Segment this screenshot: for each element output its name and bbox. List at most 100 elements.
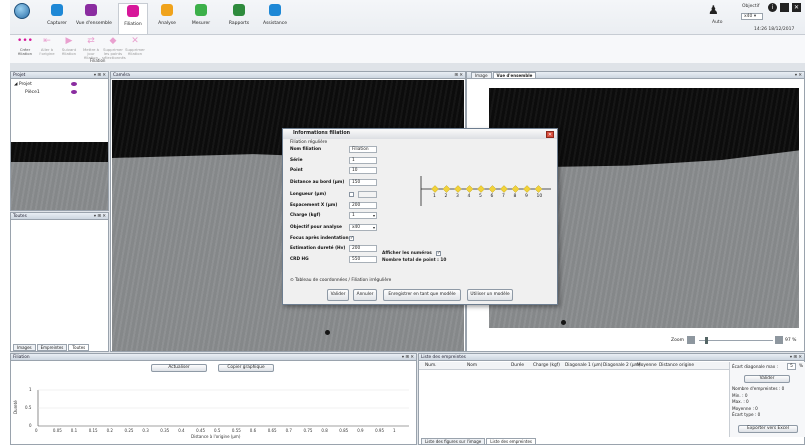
export-excel-button[interactable]: Exporter vers Excel <box>738 425 798 433</box>
tab-image[interactable]: Image <box>471 72 492 79</box>
field-estimation-duret-hv-[interactable]: 200 <box>349 245 377 252</box>
tab-mesurer[interactable]: Mesurer <box>186 3 216 35</box>
ribbon-button-3[interactable]: ▶ Suivant filiation <box>58 37 80 56</box>
focus-after-indentation-checkbox[interactable]: ✓ <box>349 236 354 241</box>
tab-toutes[interactable]: Toutes <box>68 344 90 351</box>
filiation-panel-title: Filiation <box>11 354 416 361</box>
zoom-out-button[interactable] <box>687 336 695 344</box>
ribbon-button-icon: ⇤ <box>43 36 51 46</box>
zoom-slider[interactable] <box>699 340 773 341</box>
application-window: Capturer Vue d'ensemble Filiation Analyse Me… <box>10 0 805 445</box>
zoom-in-button[interactable] <box>775 336 783 344</box>
indentation-point[interactable] <box>511 185 520 193</box>
ribbon-button-1[interactable]: ••• Créer filiation <box>14 37 36 56</box>
eye-icon[interactable] <box>71 90 77 94</box>
dialog-title: Informations filiation <box>283 129 557 139</box>
save-as-template-button[interactable]: Enregistrer en tant que modèle <box>383 289 461 301</box>
indentation-point[interactable] <box>454 185 462 193</box>
filiation-info-dialog: Informations filiation ✕ Filiation régul… <box>282 128 558 305</box>
y-tick: 0.5 <box>25 405 32 410</box>
field-s-rie[interactable]: 1 <box>349 157 377 164</box>
tab-overview[interactable]: Vue d'ensemble <box>492 72 537 79</box>
tab-capturer[interactable]: Capturer <box>42 3 72 35</box>
column-header[interactable]: Nom <box>467 363 477 368</box>
indentation-point[interactable] <box>465 185 474 193</box>
panel-controls[interactable]: ⊞ ✕ <box>454 72 463 79</box>
panel-controls[interactable]: ▾ ⊞ ✕ <box>790 354 802 361</box>
column-header[interactable]: Diagonale 1 (µm) <box>565 363 602 368</box>
use-template-button[interactable]: Utiliser un modèle <box>467 289 513 301</box>
validate-deviation-button[interactable]: Valider <box>744 375 790 383</box>
panel-controls[interactable]: ▾ ✕ <box>795 72 802 79</box>
coordinates-expander[interactable]: ⊙ Tableau de coordonnées / Filiation irr… <box>290 278 391 283</box>
ribbon-button-5[interactable]: ◆ Supprimer les points sélectionnés <box>102 37 126 60</box>
tab-images[interactable]: Images <box>13 344 36 351</box>
indentation-point[interactable] <box>442 185 451 193</box>
ribbon-button-icon: ⇄ <box>87 36 95 46</box>
tab-figures-list[interactable]: Liste des figures sur l'image <box>421 438 486 445</box>
column-header[interactable]: Charge (kgf) <box>533 363 560 368</box>
column-header[interactable]: Durée <box>511 363 524 368</box>
length-input[interactable] <box>358 191 377 198</box>
column-header[interactable]: Diagonale 2 (µm) <box>603 363 640 368</box>
auto-icon[interactable]: ♟ <box>708 4 719 16</box>
zoom-label: Zoom <box>671 338 684 343</box>
panel-controls[interactable]: ▾ ⊞ ✕ <box>94 213 106 220</box>
column-header[interactable]: Moyenne <box>637 363 657 368</box>
tab-vue-d-ensemble[interactable]: Vue d'ensemble <box>76 3 112 35</box>
zoom-slider-thumb[interactable] <box>705 337 708 344</box>
show-numbers-checkbox[interactable]: ✓ <box>436 251 441 256</box>
info-icon[interactable]: i <box>768 3 777 12</box>
point-number: 6 <box>490 194 494 199</box>
field-objectif-pour-analyse[interactable]: x40 <box>349 224 377 231</box>
indentation-point[interactable] <box>500 185 508 193</box>
panel-controls[interactable]: ▾ ⊞ ✕ <box>402 354 414 361</box>
indentation-point[interactable] <box>488 185 497 193</box>
cancel-button[interactable]: Annuler <box>353 289 377 301</box>
max-deviation-input[interactable]: 5 <box>787 363 796 370</box>
indentation-point[interactable] <box>523 185 531 193</box>
field-crd-hg[interactable]: 550 <box>349 256 377 263</box>
field-distance-au-bord-m-[interactable]: 150 <box>349 179 377 186</box>
field-espacement-x-m-[interactable]: 200 <box>349 202 377 209</box>
field-label: Espacement X (µm) <box>290 203 338 208</box>
indentation-point[interactable] <box>431 185 439 193</box>
validate-button[interactable]: Valider <box>327 289 349 301</box>
indentation-point[interactable] <box>477 185 485 193</box>
column-header[interactable]: Num. <box>425 363 437 368</box>
ribbon-button-label: filiation <box>61 51 77 56</box>
ribbon-button-2[interactable]: ⇤ Aller à l'origine <box>36 37 58 56</box>
length-checkbox[interactable] <box>349 192 354 197</box>
x-tick: 0.1 <box>70 428 78 433</box>
point-number: 9 <box>525 194 528 199</box>
tree-item-piece1[interactable]: Pièce1 <box>25 90 40 95</box>
tab-empreintes[interactable]: Empreintes <box>36 344 68 351</box>
dialog-close-button[interactable]: ✕ <box>546 131 554 138</box>
tab-rapports[interactable]: Rapports <box>224 3 254 35</box>
point-number: 4 <box>467 194 471 199</box>
field-point[interactable]: 10 <box>349 167 377 174</box>
field-nom-filiation[interactable]: Filiation <box>349 146 377 153</box>
objective-select[interactable]: x40 ▾ <box>741 13 763 20</box>
app-menu-button[interactable] <box>14 3 30 19</box>
copy-chart-button[interactable]: Copier graphique <box>218 364 274 372</box>
tab-filiation[interactable]: Filiation <box>118 3 148 36</box>
tab-assistance[interactable]: Assistance <box>260 3 290 35</box>
ribbon-button-4[interactable]: ⇄ Mettre à jour filiation <box>80 37 102 60</box>
ribbon-button-icon: ••• <box>17 36 33 46</box>
refresh-button[interactable]: Actualiser <box>151 364 207 372</box>
indentation-point[interactable] <box>534 185 543 193</box>
tab-label: Analyse <box>158 21 176 26</box>
close-icon[interactable]: ✕ <box>792 3 801 12</box>
column-header[interactable]: Distance origine <box>659 363 694 368</box>
ribbon-button-6[interactable]: ✕ Supprimer filiation <box>124 37 146 56</box>
field-label: Estimation dureté (Hv) <box>290 246 346 251</box>
tab-indentations-list[interactable]: Liste des empreintes <box>486 438 537 445</box>
point-number: 7 <box>502 194 505 199</box>
tab-analyse[interactable]: Analyse <box>152 3 182 35</box>
tree-item-projet[interactable]: ◢ Projet <box>14 82 32 87</box>
field-charge-kgf-[interactable]: 1 <box>349 212 377 219</box>
panel-controls[interactable]: ▾ ⊞ ✕ <box>94 72 106 79</box>
maximize-icon[interactable] <box>780 3 789 12</box>
eye-icon[interactable] <box>71 82 77 86</box>
